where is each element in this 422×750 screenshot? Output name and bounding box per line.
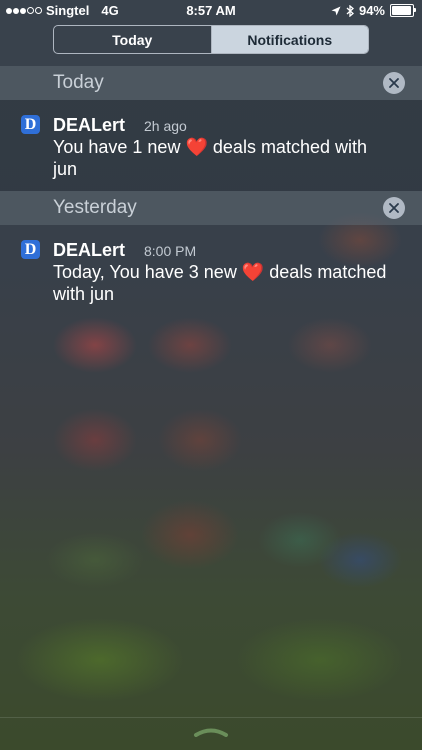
notification-text: You have 1 new [53,137,181,157]
clear-section-button[interactable] [383,72,405,94]
grabber-handle-icon[interactable] [193,727,229,737]
app-icon: D [21,115,40,134]
heart-icon: ❤️ [241,262,265,282]
bottom-divider [0,717,422,718]
section-title: Today [53,72,104,93]
app-name: DEALert [53,240,126,260]
notification-body: You have 1 new ❤️ deals matched with jun [53,136,392,180]
battery-icon [390,4,416,17]
close-icon [389,203,399,213]
status-bar-right: 94% [331,3,416,18]
battery-fill [392,6,411,15]
tab-notifications[interactable]: Notifications [211,26,368,53]
notification-text: Today, You have 3 new [53,262,237,282]
battery-percentage: 94% [358,3,385,18]
status-bar: Singtel 4G 8:57 AM 94% [0,0,422,22]
tab-today[interactable]: Today [54,26,212,53]
notification-time: 8:00 PM [144,243,197,259]
section-title: Yesterday [53,197,137,218]
notification-item[interactable]: D DEALert 2h ago You have 1 new ❤️ deals… [0,100,422,191]
bluetooth-icon [346,4,354,17]
notification-item[interactable]: D DEALert 8:00 PM Today, You have 3 new … [0,225,422,320]
heart-icon: ❤️ [185,137,208,157]
view-segmented-control: Today Notifications [53,25,369,54]
close-icon [389,78,399,88]
app-name: DEALert [53,115,126,135]
app-icon: D [21,240,40,259]
location-arrow-icon [331,6,341,15]
notification-time: 2h ago [144,118,187,134]
notification-body: Today, You have 3 new ❤️ deals matched w… [53,261,392,305]
section-header-yesterday: Yesterday [0,191,422,225]
section-header-today: Today [0,66,422,100]
clear-section-button[interactable] [383,197,405,219]
